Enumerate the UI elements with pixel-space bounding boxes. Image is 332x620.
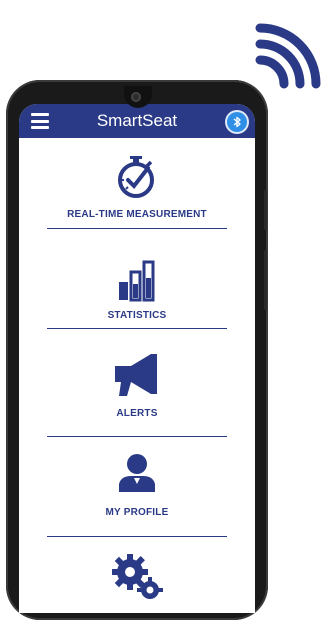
divider — [47, 536, 227, 537]
divider — [47, 436, 227, 437]
hamburger-menu-icon[interactable] — [31, 113, 49, 129]
divider — [47, 328, 227, 329]
megaphone-icon — [115, 354, 157, 396]
divider — [47, 228, 227, 229]
stopwatch-check-icon — [118, 156, 154, 198]
camera-icon — [131, 92, 141, 102]
gears-icon — [112, 554, 163, 599]
app-header: SmartSeat — [19, 104, 255, 138]
menu-item-statistics[interactable]: STATISTICS — [19, 244, 255, 324]
bluetooth-icon[interactable] — [227, 112, 247, 132]
bar-chart-icon — [119, 260, 155, 302]
wifi-signal-icon — [255, 23, 321, 89]
app-screen: SmartSeat REAL-TIME MEASUREMENT STATISTI… — [19, 104, 255, 613]
menu-item-my-profile[interactable]: MY PROFILE — [19, 448, 255, 528]
phone-side-button — [264, 190, 267, 230]
menu-item-label: REAL-TIME MEASUREMENT — [67, 209, 207, 220]
menu-item-settings[interactable] — [19, 548, 255, 613]
user-icon — [119, 454, 155, 492]
app-title: SmartSeat — [96, 111, 178, 130]
menu-item-label: STATISTICS — [107, 310, 167, 321]
menu-item-label: ALERTS — [116, 408, 158, 419]
menu-item-label: MY PROFILE — [105, 507, 169, 518]
menu-item-real-time-measurement[interactable]: REAL-TIME MEASUREMENT — [19, 152, 255, 230]
phone-side-button — [264, 250, 267, 310]
menu-item-alerts[interactable]: ALERTS — [19, 344, 255, 424]
